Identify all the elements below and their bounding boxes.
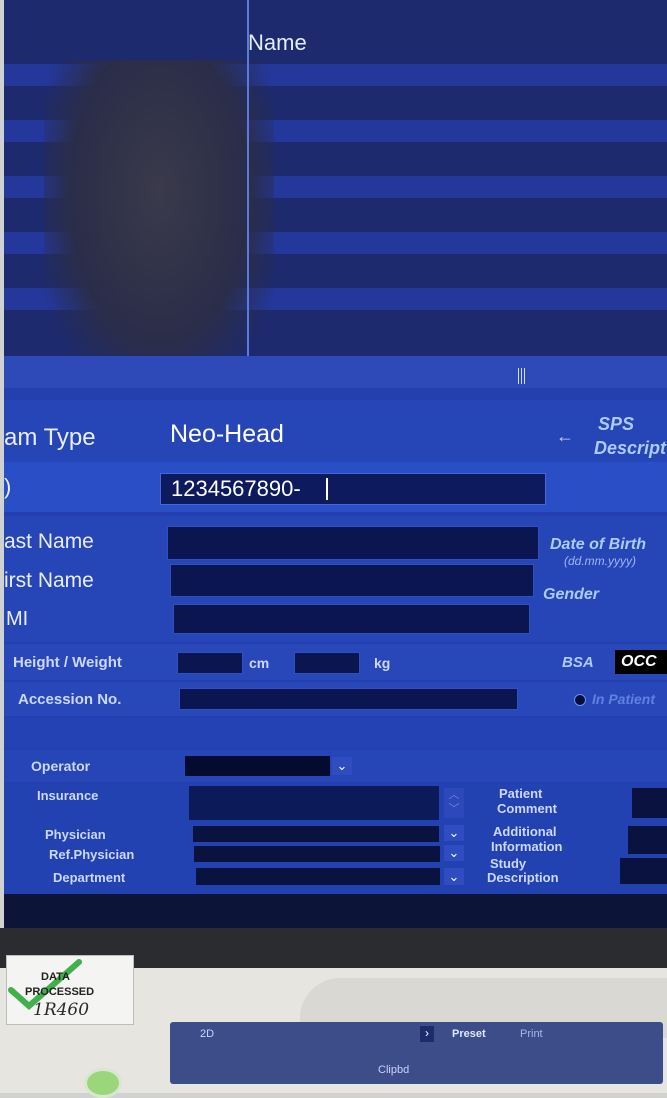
height-weight-label: Height / Weight [13, 654, 122, 671]
patient-list[interactable]: Name [4, 0, 667, 388]
insurance-spinner-icon[interactable]: ︿ ﹀ [444, 788, 464, 818]
ref-physician-chevron-down-icon[interactable]: ⌄ [444, 845, 464, 861]
horizontal-scrollbar[interactable] [4, 356, 667, 388]
accession-row: Accession No. In Patient [4, 682, 667, 716]
back-arrow-icon[interactable]: ← [556, 426, 574, 447]
department-select[interactable] [196, 868, 440, 885]
operator-row: Operator ⌄ [4, 750, 667, 782]
patient-id-value: 1234567890- [171, 476, 301, 501]
name-section: ast Name irst Name MI Date of Birth (dd.… [4, 516, 667, 642]
dob-format: (dd.mm.yyyy) [564, 554, 636, 568]
bsa-value-box: OCC [615, 650, 667, 674]
department-chevron-down-icon[interactable]: ⌄ [444, 868, 464, 885]
sticker-handwritten-id: 1R460 [33, 1000, 90, 1020]
study-desc-input[interactable] [620, 858, 667, 884]
operator-select[interactable] [185, 756, 330, 776]
last-name-input[interactable] [167, 526, 539, 560]
patient-comment-input[interactable] [632, 788, 667, 818]
height-weight-row: Height / Weight cm kg BSA OCC [4, 644, 667, 680]
patient-id-row: ) 1234567890- [4, 462, 667, 512]
staff-section: Insurance ︿ ﹀ Physician ⌄ Ref.Physician ⌄… [4, 784, 667, 892]
patient-id-label: ) [4, 474, 12, 499]
sticker-line-2: PROCESSED [25, 986, 95, 998]
key-print[interactable]: Print [520, 1028, 543, 1040]
exam-type-label: am Type [4, 424, 96, 451]
physician-select[interactable] [193, 826, 439, 842]
physician-label: Physician [45, 827, 106, 842]
in-patient-radio[interactable] [574, 694, 586, 706]
mi-input[interactable] [173, 604, 530, 634]
height-input[interactable] [177, 652, 243, 674]
key-2d[interactable]: 2D [200, 1028, 214, 1040]
gender-label: Gender [543, 586, 600, 603]
bsa-value: OCC [621, 653, 657, 670]
column-header-name[interactable]: Name [248, 30, 307, 56]
weight-input[interactable] [294, 652, 360, 674]
height-unit: cm [249, 655, 270, 671]
screen-reflection [44, 60, 274, 388]
additional-info-label-1: Additional [493, 824, 557, 839]
operator-chevron-down-icon[interactable]: ⌄ [332, 757, 352, 775]
study-desc-label-1: Study [490, 856, 527, 871]
in-patient-label: In Patient [592, 691, 656, 707]
patient-comment-label-2: Comment [497, 801, 557, 816]
first-name-input[interactable] [170, 564, 534, 597]
bsa-label: BSA [562, 654, 594, 671]
additional-info-label-2: Information [491, 839, 563, 854]
last-name-label: ast Name [4, 530, 94, 553]
ref-physician-select[interactable] [194, 846, 440, 862]
insurance-label: Insurance [37, 788, 99, 803]
weight-unit: kg [374, 655, 391, 671]
insurance-input[interactable] [189, 786, 439, 820]
accession-input[interactable] [179, 688, 518, 710]
sps-description-label: Descript [594, 438, 667, 458]
additional-info-input[interactable] [628, 826, 667, 854]
key-preset[interactable]: Preset [452, 1028, 486, 1040]
data-processed-sticker: DATA PROCESSED 1R460 [6, 955, 134, 1025]
spacer-band [4, 718, 667, 748]
scrollbar-grip-icon[interactable] [518, 368, 526, 384]
text-cursor [326, 478, 328, 500]
exam-type-row: am Type Neo-Head ← SPS Descript [4, 400, 667, 462]
screen-bottom-strip [4, 894, 667, 928]
first-name-label: irst Name [4, 569, 94, 592]
sps-label: SPS [598, 414, 635, 434]
department-label: Department [53, 870, 126, 885]
dob-label: Date of Birth [550, 536, 646, 553]
patient-form: am Type Neo-Head ← SPS Descript ) 123456… [4, 388, 667, 928]
chevron-right-icon[interactable]: › [420, 1026, 434, 1042]
touch-keypad[interactable]: 2D › Preset Print Clipbd [170, 1022, 663, 1084]
exam-type-value[interactable]: Neo-Head [170, 420, 284, 449]
mi-label: MI [6, 608, 29, 630]
key-clipboard[interactable]: Clipbd [378, 1064, 409, 1076]
physician-chevron-down-icon[interactable]: ⌄ [444, 825, 464, 841]
patient-id-input[interactable]: 1234567890- [160, 473, 546, 505]
accession-label: Accession No. [18, 691, 122, 708]
sticker-line-1: DATA [41, 971, 70, 983]
study-desc-label-2: Description [487, 870, 559, 885]
power-indicator-icon[interactable] [84, 1068, 122, 1098]
ref-physician-label: Ref.Physician [49, 847, 135, 862]
operator-label: Operator [31, 758, 91, 774]
patient-comment-label-1: Patient [499, 786, 543, 801]
